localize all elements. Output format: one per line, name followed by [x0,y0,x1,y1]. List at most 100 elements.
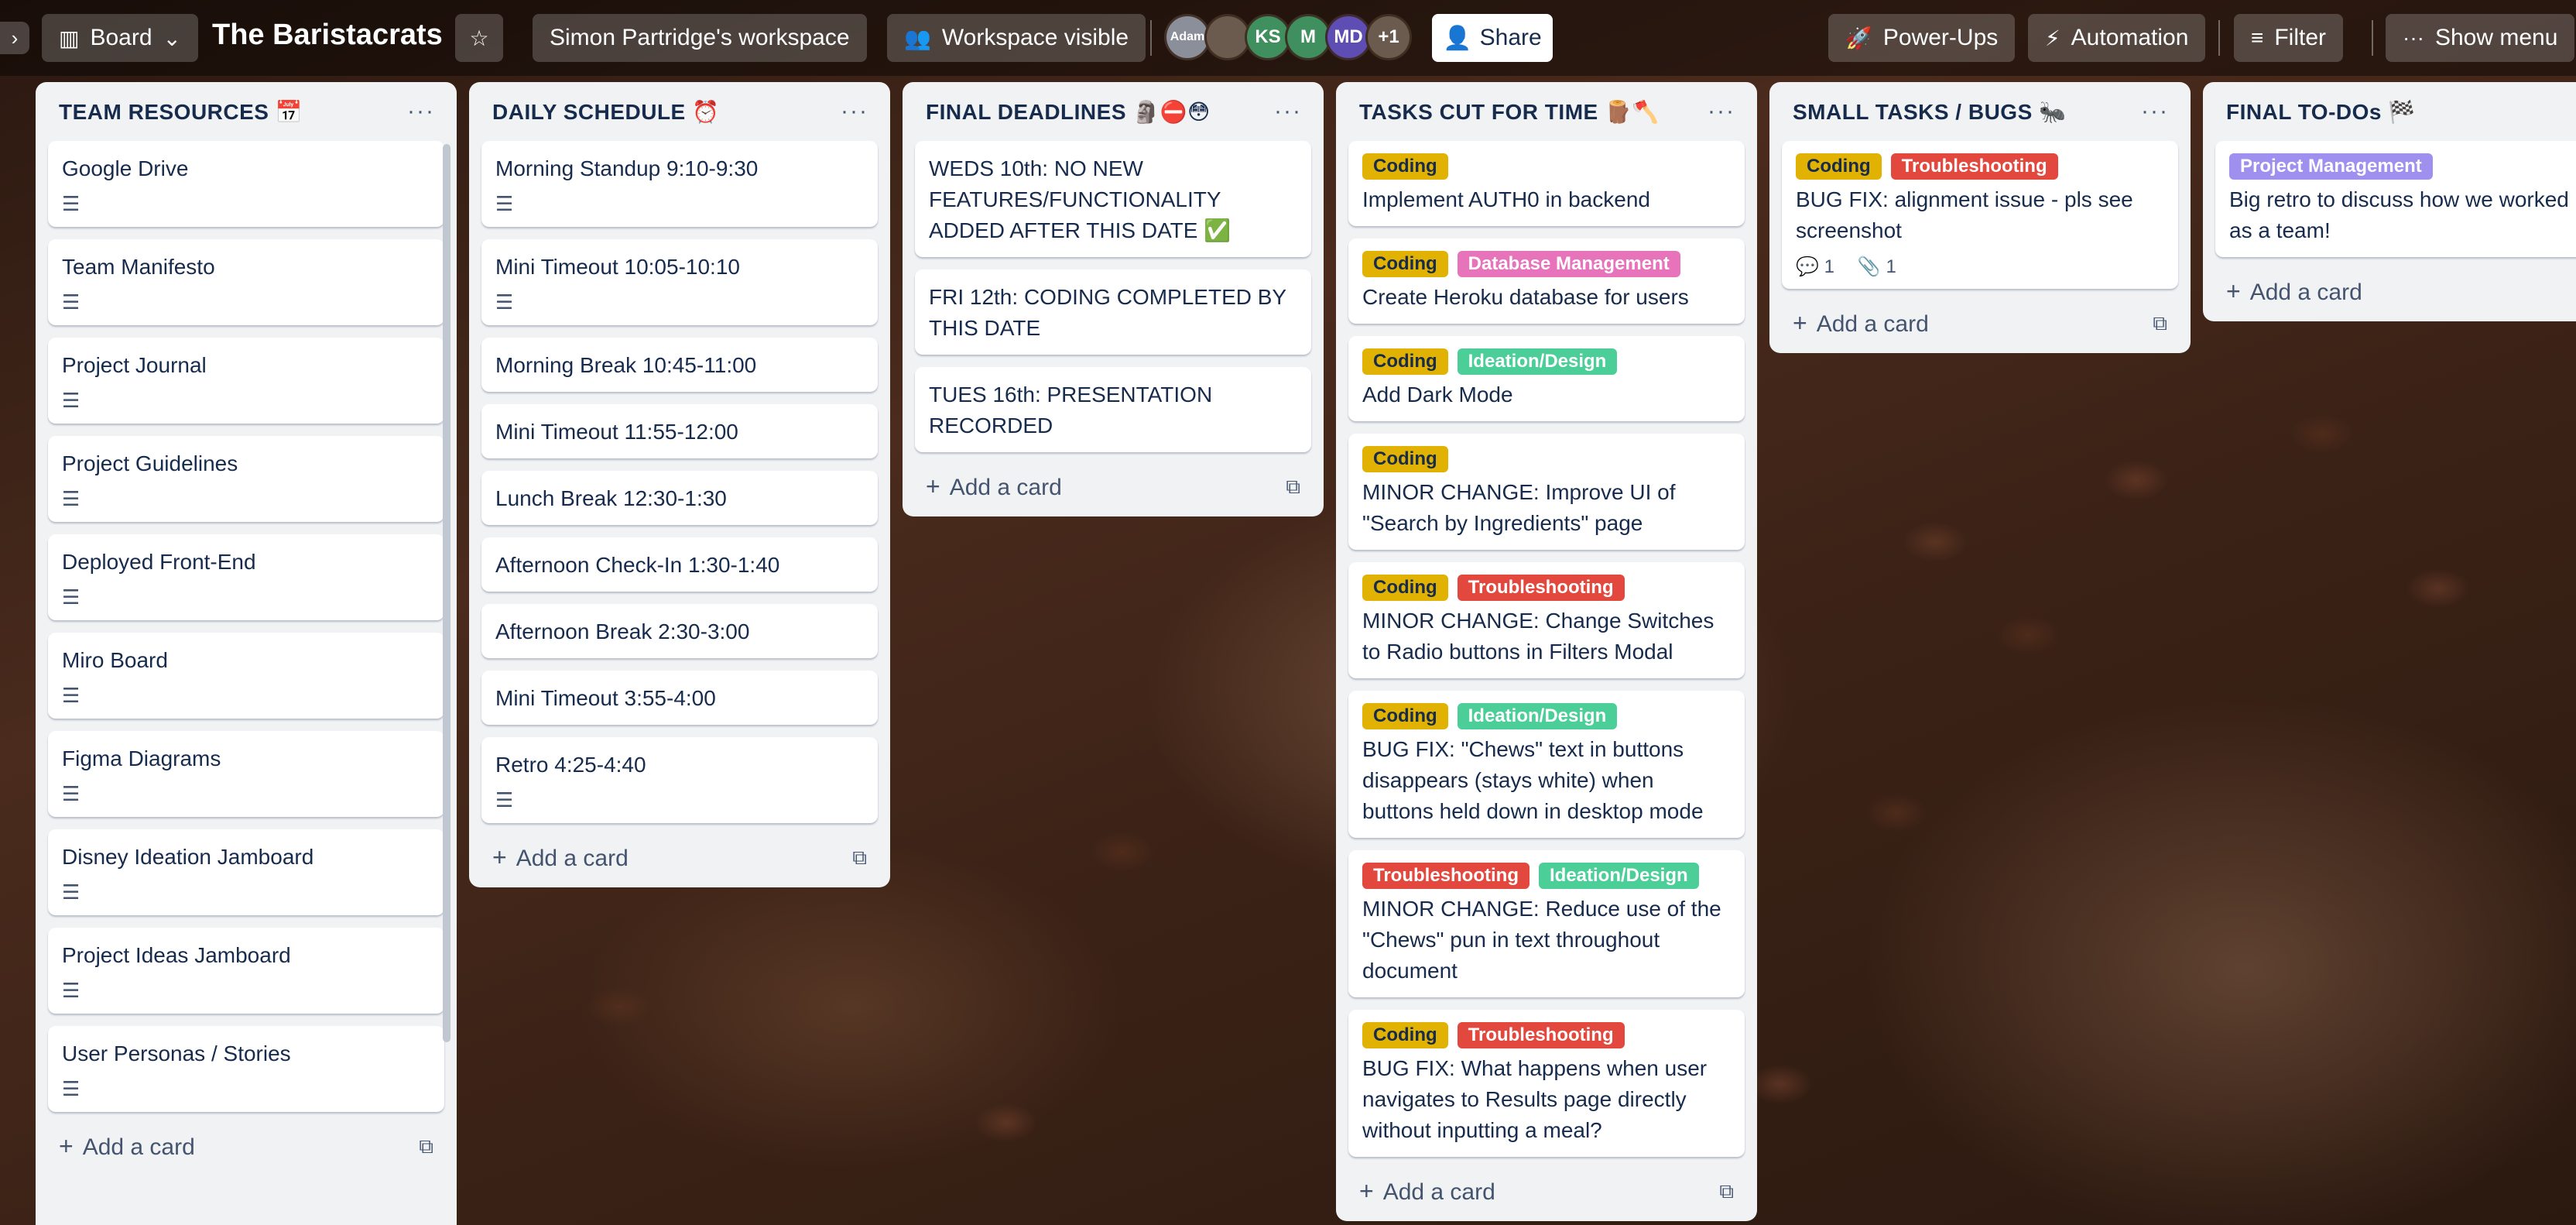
filter-button[interactable]: ≡ Filter [2234,14,2344,62]
card-label[interactable]: Ideation/Design [1457,348,1618,375]
avatar[interactable] [1204,14,1251,60]
avatar[interactable]: MD [1325,14,1372,60]
card[interactable]: Coding Implement AUTH0 in backend [1348,141,1745,226]
list-title[interactable]: DAILY SCHEDULE ⏰ [492,99,719,125]
card-label[interactable]: Coding [1362,446,1448,472]
card[interactable]: Morning Standup 9:10-9:30 ☰ [481,141,878,227]
card[interactable]: User Personas / Stories ☰ [48,1026,444,1112]
card-template-icon[interactable]: ⧉ [1286,475,1300,499]
card-title: Retro 4:25-4:40 [495,753,646,777]
expand-sidebar-icon[interactable]: › [0,22,29,54]
share-button[interactable]: 👤 Share [1432,14,1553,62]
list-title[interactable]: TASKS CUT FOR TIME 🪵🪓 [1359,99,1660,125]
list-title[interactable]: TEAM RESOURCES 📅 [59,99,303,125]
card[interactable]: Mini Timeout 11:55-12:00 [481,404,878,458]
list-title[interactable]: FINAL DEADLINES 🗿⛔😳 [926,99,1211,125]
add-card-action[interactable]: + Add a card [926,472,1062,501]
card-label[interactable]: Coding [1362,575,1448,601]
card[interactable]: Coding Troubleshooting BUG FIX: What happe… [1348,1010,1745,1157]
card-label[interactable]: Ideation/Design [1538,863,1699,889]
list-title[interactable]: SMALL TASKS / BUGS 🐜 [1793,99,2066,125]
card[interactable]: Figma Diagrams ☰ [48,731,444,817]
card[interactable]: Coding Ideation/Design Add Dark Mode [1348,336,1745,421]
avatar[interactable]: M [1285,14,1331,60]
list-menu-icon[interactable]: ··· [841,98,868,125]
workspace-button[interactable]: Simon Partridge's workspace [533,14,867,62]
card-template-icon[interactable]: ⧉ [1719,1179,1734,1204]
card-label[interactable]: Troubleshooting [1457,1022,1625,1048]
card[interactable]: Project Management Big retro to discuss h… [2215,141,2576,257]
card[interactable]: Disney Ideation Jamboard ☰ [48,829,444,915]
card[interactable]: Deployed Front-End ☰ [48,534,444,620]
avatar[interactable]: Adam [1164,14,1211,60]
card[interactable]: WEDS 10th: NO NEW FEATURES/FUNCTIONALITY… [915,141,1311,257]
automation-button[interactable]: ⚡ Automation [2028,14,2206,62]
card[interactable]: Project Journal ☰ [48,338,444,424]
add-card-button[interactable]: +Add a card ⧉ [1348,1169,1745,1209]
card-template-icon[interactable]: ⧉ [419,1134,433,1159]
add-card-button[interactable]: +Add a card ⧉ [915,465,1311,504]
add-card-button[interactable]: +Add a card ⧉ [48,1124,444,1164]
board-view-switcher[interactable]: ▥ Board ⌄ [42,14,198,62]
card-label[interactable]: Coding [1796,153,1882,180]
card[interactable]: Project Ideas Jamboard ☰ [48,928,444,1014]
add-card-button[interactable]: +Add a card ⧉ [481,836,878,875]
card[interactable]: Afternoon Break 2:30-3:00 [481,604,878,658]
card-label[interactable]: Troubleshooting [1890,153,2058,180]
card-title: MINOR CHANGE: Reduce use of the "Chews" … [1362,897,1721,983]
card-label[interactable]: Troubleshooting [1362,863,1530,889]
card[interactable]: Coding MINOR CHANGE: Improve UI of "Searc… [1348,434,1745,550]
card[interactable]: Coding Database Management Create Heroku d… [1348,238,1745,324]
card[interactable]: Coding Troubleshooting MINOR CHANGE: Chang… [1348,562,1745,678]
show-menu-button[interactable]: ··· Show menu [2386,14,2575,62]
card[interactable]: Lunch Break 12:30-1:30 [481,471,878,525]
avatar[interactable]: KS [1245,14,1291,60]
add-card-label: Add a card [82,1134,195,1160]
list-menu-icon[interactable]: ··· [2141,98,2169,125]
card-template-icon[interactable]: ⧉ [852,846,867,870]
card-label[interactable]: Project Management [2229,153,2433,180]
card[interactable]: Retro 4:25-4:40 ☰ [481,737,878,823]
add-card-action[interactable]: + Add a card [1359,1177,1495,1206]
add-card-action[interactable]: + Add a card [1793,309,1929,338]
list-title[interactable]: FINAL TO-DOs 🏁 [2226,99,2416,125]
card[interactable]: Mini Timeout 3:55-4:00 [481,671,878,725]
plus-icon: + [2226,277,2241,305]
card[interactable]: Google Drive ☰ [48,141,444,227]
board-title[interactable]: The Baristacrats [212,19,443,52]
card[interactable]: Project Guidelines ☰ [48,436,444,522]
card[interactable]: Coding Troubleshooting BUG FIX: alignment … [1782,141,2178,289]
card[interactable]: Coding Ideation/Design BUG FIX: "Chews" te… [1348,691,1745,838]
add-card-action[interactable]: + Add a card [2226,277,2362,306]
card-label[interactable]: Coding [1362,703,1448,729]
list-scrollbar[interactable] [443,144,450,1042]
card[interactable]: Morning Break 10:45-11:00 [481,338,878,392]
card[interactable]: FRI 12th: CODING COMPLETED BY THIS DATE [915,269,1311,355]
card[interactable]: Troubleshooting Ideation/Design MINOR CHAN… [1348,850,1745,997]
star-button[interactable]: ☆ [455,14,503,62]
add-card-button[interactable]: +Add a card⧉ [2215,269,2576,309]
card[interactable]: Afternoon Check-In 1:30-1:40 [481,537,878,592]
visibility-button[interactable]: 👥 Workspace visible [887,14,1146,62]
list-menu-icon[interactable]: ··· [1708,98,1735,125]
card[interactable]: Mini Timeout 10:05-10:10 ☰ [481,239,878,325]
card-label[interactable]: Troubleshooting [1457,575,1625,601]
card-label[interactable]: Coding [1362,153,1448,180]
add-card-action[interactable]: + Add a card [59,1132,195,1161]
list-menu-icon[interactable]: ··· [407,98,435,125]
card-label[interactable]: Coding [1362,348,1448,375]
power-ups-button[interactable]: 🚀 Power-Ups [1828,14,2016,62]
card[interactable]: Miro Board ☰ [48,633,444,719]
card[interactable]: Team Manifesto ☰ [48,239,444,325]
list-menu-icon[interactable]: ··· [1274,98,1302,125]
add-card-button[interactable]: +Add a card ⧉ [1782,301,2178,341]
card-label[interactable]: Database Management [1457,251,1680,277]
card-label[interactable]: Coding [1362,251,1448,277]
card[interactable]: TUES 16th: PRESENTATION RECORDED [915,367,1311,452]
card-template-icon[interactable]: ⧉ [2153,311,2167,336]
card-label[interactable]: Coding [1362,1022,1448,1048]
add-card-action[interactable]: + Add a card [492,843,629,872]
card-label[interactable]: Ideation/Design [1457,703,1618,729]
card-labels: Coding Troubleshooting [1796,153,2164,180]
more-members-avatar[interactable]: +1 [1365,14,1412,60]
